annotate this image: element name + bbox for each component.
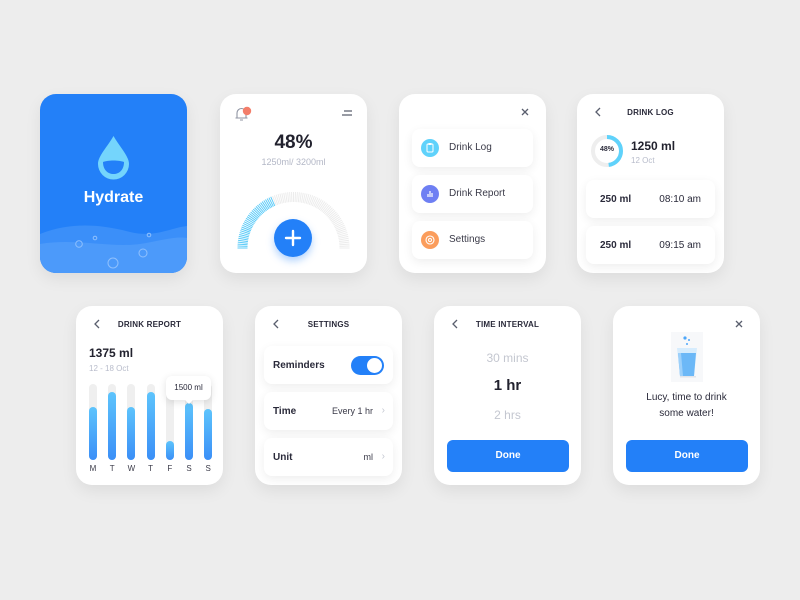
page-title: DRINK REPORT [117,320,182,329]
bar-tooltip: 1500 ml [166,376,211,404]
dashboard-card: 48% 1250ml/ 3200ml [220,94,367,273]
report-total: 1375 ml [89,346,134,360]
gauge-tick [339,243,350,246]
add-water-button[interactable] [274,219,312,257]
entry-time: 09:15 am [659,240,701,251]
gauge-tick [237,241,248,244]
entry-amount: 250 ml [600,240,632,251]
splash-card: Hydrate [40,94,187,273]
setting-label: Time [273,406,297,417]
day-label: S [205,464,211,473]
chevron-right-icon: › [381,405,385,416]
drink-report-card: DRINK REPORT 1375 ml 12 - 18 Oct M T W T F S S… [76,306,223,485]
chevron-right-icon: › [381,451,385,462]
setting-value: Every 1 hr [331,406,373,416]
bar[interactable] [127,406,136,460]
bar-track [127,384,136,460]
menu-icon[interactable] [341,109,353,117]
close-icon[interactable] [518,105,532,119]
bell-icon[interactable] [234,106,252,122]
entry-amount: 250 ml [600,194,632,205]
bar[interactable] [146,391,155,460]
toggle-knob [367,358,382,373]
close-icon[interactable] [732,317,746,331]
water-drop-icon [98,136,129,180]
setting-time[interactable]: Time Every 1 hr › [264,392,393,430]
bar[interactable] [165,441,174,460]
reminder-line-2: some water! [659,408,714,419]
time-interval-card: TIME INTERVAL 30 mins 1 hr 2 hrs Done [434,306,581,485]
menu-item-drink-log[interactable]: Drink Log [412,129,533,167]
log-entry[interactable]: 250 ml 09:15 am [586,226,715,264]
gauge-tick [299,192,302,203]
clipboard-icon [421,139,439,157]
interval-option[interactable]: 2 hrs [434,408,581,422]
page-title: SETTINGS [307,320,350,329]
bar-track [89,384,97,460]
water-glass-icon [671,332,703,382]
plus-icon [284,229,302,247]
menu-item-settings[interactable]: Settings [412,221,533,259]
reminders-toggle[interactable] [351,356,384,375]
entry-time: 08:10 am [659,194,701,205]
day-label: M [89,464,97,473]
menu-item-label: Drink Report [449,188,506,199]
gauge-tick [296,192,298,203]
log-date: 12 Oct [631,156,655,165]
menu-item-label: Settings [449,234,486,245]
settings-card: SETTINGS Reminders Time Every 1 hr › Uni… [255,306,402,485]
gauge-tick [339,241,350,244]
app-title: Hydrate [83,189,144,206]
reminder-card: Lucy, time to drink some water! Done [613,306,760,485]
log-entry[interactable]: 250 ml 08:10 am [586,180,715,218]
setting-reminders: Reminders [264,346,393,384]
gear-icon [421,231,439,249]
day-label: T [148,464,154,473]
drink-log-card: DRINK LOG 48% 1250 ml 12 Oct 250 ml 08:1… [577,94,724,273]
done-button[interactable]: Done [447,440,569,472]
gauge-tick [338,239,350,243]
menu-item-drink-report[interactable]: Drink Report [412,175,533,213]
reminder-line-1: Lucy, time to drink [646,392,727,403]
day-label: S [186,464,192,473]
report-range: 12 - 18 Oct [89,364,129,373]
gauge-tick [289,192,291,203]
waves-decoration [40,225,187,273]
gauge-tick [297,192,300,203]
gauge-tick [237,243,248,246]
menu-card: Drink Log Drink Report Settings [399,94,546,273]
bar[interactable] [185,403,193,460]
progress-amount: 1250ml/ 3200ml [261,157,326,167]
setting-value: ml [363,452,374,462]
setting-label: Reminders [273,360,325,371]
progress-percent: 48% [274,132,313,153]
interval-option-selected[interactable]: 1 hr [434,377,581,394]
page-title: TIME INTERVAL [475,320,540,329]
gauge-tick [237,239,249,243]
reminder-message: Lucy, time to drink some water! [613,390,760,422]
day-label: W [127,464,136,473]
ring-percent: 48% [599,146,614,153]
setting-unit[interactable]: Unit ml › [264,438,393,476]
bar[interactable] [108,391,117,460]
day-label: F [167,464,173,473]
day-label: T [109,464,115,473]
bar-track [146,384,155,460]
interval-option[interactable]: 30 mins [434,351,581,365]
gauge-tick [285,192,288,203]
page-title: DRINK LOG [627,108,674,117]
setting-label: Unit [273,452,293,463]
bar[interactable] [89,406,97,460]
gauge-tick [287,192,290,203]
menu-item-label: Drink Log [449,142,492,153]
bar[interactable] [204,408,213,460]
log-total: 1250 ml [631,139,676,153]
bar-chart-icon [421,185,439,203]
bar-track [108,384,117,460]
done-button[interactable]: Done [626,440,748,472]
